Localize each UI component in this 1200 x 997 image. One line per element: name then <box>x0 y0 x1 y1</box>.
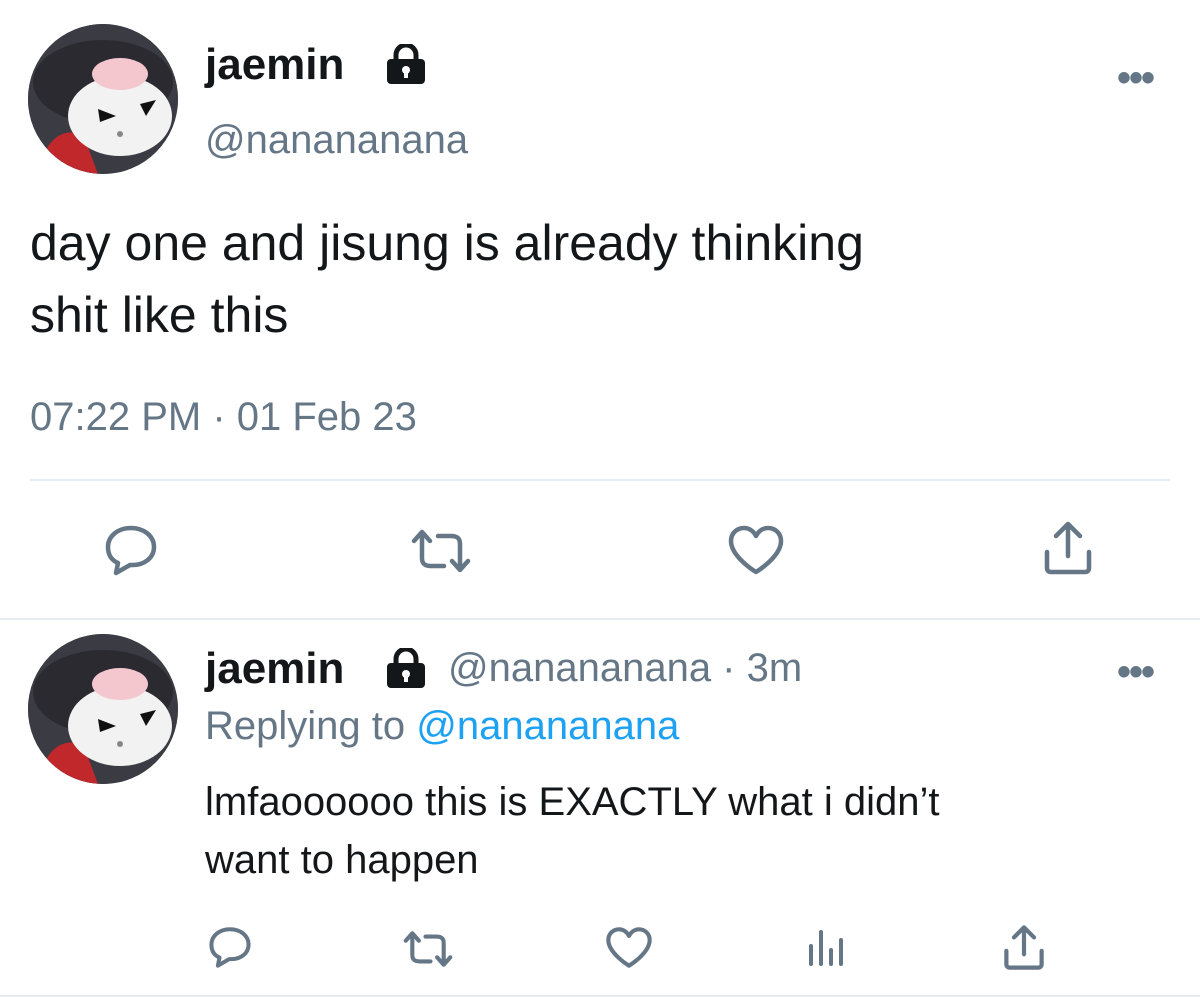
lock-icon <box>384 44 428 84</box>
more-options-button[interactable]: ••• <box>1117 56 1155 101</box>
analytics-icon[interactable] <box>806 926 846 968</box>
like-icon[interactable] <box>605 926 653 969</box>
handle-and-time[interactable]: @nanananana · 3m <box>448 646 802 691</box>
share-icon[interactable] <box>1002 924 1046 971</box>
reply-text-line-1: lmfaoooooo this is EXACTLY what i didn’t <box>205 780 940 824</box>
more-options-button[interactable]: ••• <box>1117 650 1155 695</box>
replying-to-link[interactable]: @nanananana <box>416 704 679 748</box>
tweet-text-line-1: day one and jisung is already thinking <box>30 215 864 271</box>
tweet-text-line-2: shit like this <box>30 287 289 343</box>
handle[interactable]: @nanananana <box>205 118 468 163</box>
display-name[interactable]: jaemin <box>205 644 344 694</box>
avatar[interactable] <box>28 24 178 174</box>
avatar[interactable] <box>28 634 178 784</box>
timestamp[interactable]: 07:22 PM · 01 Feb 23 <box>30 395 417 440</box>
lock-icon <box>384 648 428 688</box>
divider <box>30 479 1170 481</box>
retweet-icon[interactable] <box>410 528 472 574</box>
like-icon[interactable] <box>727 524 785 576</box>
replying-to: Replying to @nanananana <box>205 704 679 749</box>
reply-icon[interactable] <box>208 926 252 968</box>
replying-to-label: Replying to <box>205 704 406 748</box>
divider <box>0 618 1200 620</box>
share-icon[interactable] <box>1042 520 1094 576</box>
display-name[interactable]: jaemin <box>205 40 344 90</box>
retweet-icon[interactable] <box>402 930 454 968</box>
reply-icon[interactable] <box>104 524 158 576</box>
reply-text-line-2: want to happen <box>205 838 479 882</box>
